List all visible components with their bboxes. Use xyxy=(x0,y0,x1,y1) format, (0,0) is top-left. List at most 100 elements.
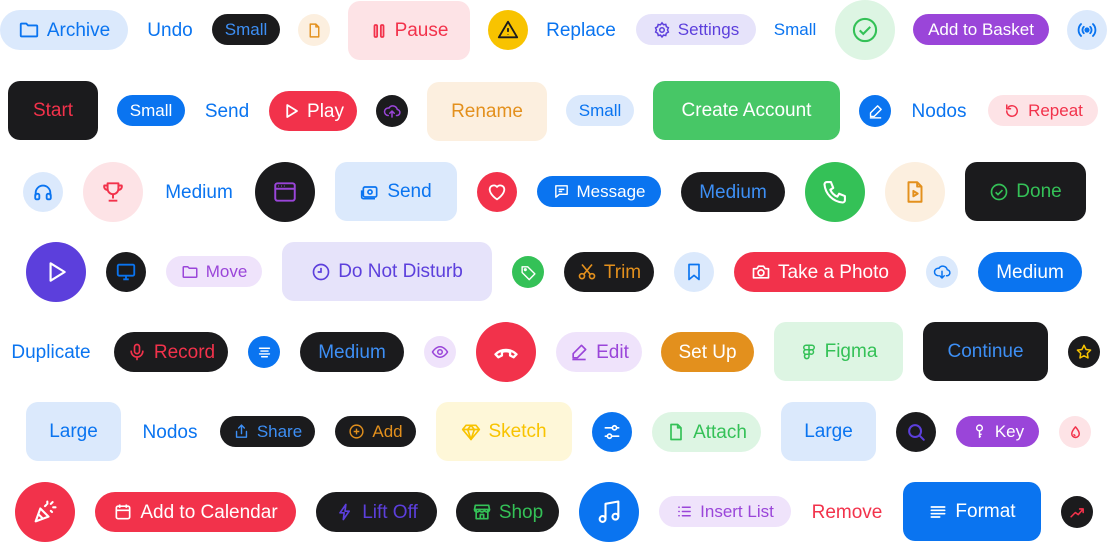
send-button[interactable]: Send xyxy=(335,162,457,221)
sketch-button[interactable]: Sketch xyxy=(436,402,572,461)
lift-off-button[interactable]: Lift Off xyxy=(316,492,437,532)
start-button[interactable]: Start xyxy=(8,81,98,140)
plus-circle-icon xyxy=(348,423,365,440)
duplicate-button[interactable]: Duplicate xyxy=(0,332,102,372)
warning-button[interactable] xyxy=(488,10,528,50)
calendar-icon xyxy=(113,502,133,522)
hangup-button[interactable] xyxy=(476,322,536,382)
play-circle-button[interactable] xyxy=(26,242,86,302)
pause-button[interactable]: Pause xyxy=(348,1,470,60)
record-button[interactable]: Record xyxy=(114,332,228,372)
large-light-button-2[interactable]: Large xyxy=(781,402,876,461)
search-button[interactable] xyxy=(896,412,936,452)
trim-button[interactable]: Trim xyxy=(564,252,654,292)
medium-dark-button-2[interactable]: Medium xyxy=(300,332,404,372)
undo-label: Undo xyxy=(147,19,193,41)
take-a-photo-label: Take a Photo xyxy=(778,261,889,283)
party-button[interactable] xyxy=(15,482,75,542)
nodos-button[interactable]: Nodos xyxy=(903,91,975,131)
add-to-calendar-button[interactable]: Add to Calendar xyxy=(95,492,296,532)
play-button[interactable]: Play xyxy=(269,91,357,131)
send-text-button[interactable]: Send xyxy=(198,91,256,131)
phone-button[interactable] xyxy=(805,162,865,222)
create-account-label: Create Account xyxy=(681,100,812,121)
shop-button[interactable]: Shop xyxy=(456,492,559,532)
create-account-button[interactable]: Create Account xyxy=(653,81,840,140)
edit-icon-button[interactable] xyxy=(859,95,891,127)
repeat-button[interactable]: Repeat xyxy=(988,95,1098,126)
tag-button[interactable] xyxy=(512,256,544,288)
medium-blue-button[interactable]: Medium xyxy=(978,252,1082,292)
align-center-icon xyxy=(256,344,273,361)
medium-dark-button[interactable]: Medium xyxy=(681,172,785,212)
music-button[interactable] xyxy=(579,482,639,542)
eye-button[interactable] xyxy=(424,336,456,368)
add-to-basket-button[interactable]: Add to Basket xyxy=(913,14,1049,45)
remove-button[interactable]: Remove xyxy=(804,492,890,532)
rename-label: Rename xyxy=(451,101,523,122)
small-text-button[interactable]: Small xyxy=(766,14,824,45)
replace-button[interactable]: Replace xyxy=(540,10,622,50)
monitor-button[interactable] xyxy=(106,252,146,292)
gear-icon xyxy=(653,21,671,39)
check-button[interactable] xyxy=(835,0,895,60)
duplicate-label: Duplicate xyxy=(11,341,91,363)
folder-icon xyxy=(181,263,199,281)
small-dark-label: Small xyxy=(224,20,268,39)
video-file-icon xyxy=(902,179,928,205)
medium-text-button[interactable]: Medium xyxy=(156,172,242,212)
heart-button[interactable] xyxy=(477,172,517,212)
figma-button[interactable]: Figma xyxy=(774,322,903,381)
add-to-calendar-label: Add to Calendar xyxy=(140,501,278,523)
edit-button[interactable]: Edit xyxy=(556,332,642,372)
bookmark-button[interactable] xyxy=(674,252,714,292)
phone-hangup-icon xyxy=(492,338,520,366)
add-button[interactable]: Add xyxy=(335,416,416,447)
key-button[interactable]: Key xyxy=(956,416,1039,447)
insert-list-button[interactable]: Insert List xyxy=(659,496,791,527)
align-button[interactable] xyxy=(248,336,280,368)
do-not-disturb-button[interactable]: Do Not Disturb xyxy=(282,242,492,301)
download-button[interactable] xyxy=(926,256,958,288)
file-icon xyxy=(306,22,323,39)
set-up-button[interactable]: Set Up xyxy=(661,332,754,372)
share-button[interactable]: Share xyxy=(220,416,315,447)
upload-button[interactable] xyxy=(376,95,408,127)
undo-button[interactable]: Undo xyxy=(140,10,200,50)
small-dark-button[interactable]: Small xyxy=(212,14,280,45)
archive-button[interactable]: Archive xyxy=(0,10,128,50)
small-light-button[interactable]: Small xyxy=(566,95,634,126)
file-button[interactable] xyxy=(298,14,330,46)
star-button[interactable] xyxy=(1068,336,1100,368)
sliders-button[interactable] xyxy=(592,412,632,452)
rename-button[interactable]: Rename xyxy=(427,82,547,141)
message-button[interactable]: Message xyxy=(537,176,661,207)
headphones-button[interactable] xyxy=(23,172,63,212)
take-a-photo-button[interactable]: Take a Photo xyxy=(734,252,906,292)
pause-icon xyxy=(370,22,388,40)
done-button[interactable]: Done xyxy=(965,162,1086,221)
remove-label: Remove xyxy=(811,501,883,523)
drop-button[interactable] xyxy=(1059,416,1091,448)
cloud-download-icon xyxy=(933,263,951,281)
trophy-icon xyxy=(100,179,126,205)
trend-button[interactable] xyxy=(1061,496,1093,528)
pause-label: Pause xyxy=(394,20,449,41)
trophy-button[interactable] xyxy=(83,162,143,222)
edit-label: Edit xyxy=(596,341,629,363)
small-blue-button[interactable]: Small xyxy=(117,95,185,126)
cloud-upload-icon xyxy=(383,102,401,120)
large-light-button[interactable]: Large xyxy=(26,402,121,461)
star-icon xyxy=(1075,343,1093,361)
nodos-text-button[interactable]: Nodos xyxy=(134,412,206,452)
browser-button[interactable] xyxy=(255,162,315,222)
format-button[interactable]: Format xyxy=(903,482,1041,541)
video-file-button[interactable] xyxy=(885,162,945,222)
attach-button[interactable]: Attach xyxy=(652,412,761,452)
move-button[interactable]: Move xyxy=(166,256,262,287)
settings-button[interactable]: Settings xyxy=(636,14,756,45)
small-text-label: Small xyxy=(773,20,817,39)
continue-button[interactable]: Continue xyxy=(923,322,1048,381)
archive-label: Archive xyxy=(46,19,111,41)
broadcast-button[interactable] xyxy=(1067,10,1107,50)
